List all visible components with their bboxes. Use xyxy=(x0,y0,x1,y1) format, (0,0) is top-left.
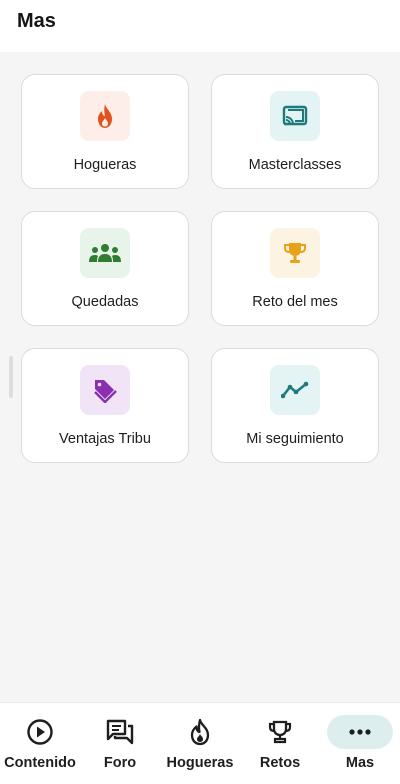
trend-line-icon xyxy=(281,381,309,399)
nav-foro[interactable]: Foro xyxy=(80,703,160,784)
card-label: Ventajas Tribu xyxy=(59,431,151,447)
card-hogueras[interactable]: Hogueras xyxy=(21,74,189,189)
card-seguimiento-icon-box xyxy=(270,365,320,415)
card-label: Masterclasses xyxy=(248,157,342,173)
card-label: Reto del mes xyxy=(252,294,338,310)
nav-retos[interactable]: Retos xyxy=(240,703,320,784)
card-quedadas[interactable]: Quedadas xyxy=(21,211,189,326)
card-reto-del-mes[interactable]: Reto del mes xyxy=(211,211,379,326)
side-drag-handle[interactable] xyxy=(9,356,13,398)
flame-outline-icon xyxy=(167,715,233,749)
card-label: Mi seguimiento xyxy=(246,431,344,447)
more-dots-icon xyxy=(327,715,393,749)
features-grid: Hogueras Masterclasses Quedadas Reto del… xyxy=(21,74,379,463)
card-ventajas-tribu[interactable]: Ventajas Tribu xyxy=(21,348,189,463)
chat-bubbles-icon xyxy=(87,715,153,749)
top-app-bar: Mas xyxy=(0,0,400,52)
page-title: Mas xyxy=(17,10,56,32)
bottom-navigation: Contenido Foro Hogueras Retos Mas xyxy=(0,702,400,784)
play-circle-icon xyxy=(7,715,73,749)
flame-icon xyxy=(98,104,112,128)
card-ventajas-icon-box xyxy=(80,365,130,415)
card-quedadas-icon-box xyxy=(80,228,130,278)
nav-mas[interactable]: Mas xyxy=(320,703,400,784)
card-masterclasses[interactable]: Masterclasses xyxy=(211,74,379,189)
trophy-outline-icon xyxy=(247,715,313,749)
card-label: Quedadas xyxy=(71,294,139,310)
group-icon xyxy=(89,244,121,262)
cast-screen-icon xyxy=(282,105,308,126)
nav-label: Foro xyxy=(103,755,137,771)
card-masterclasses-icon-box xyxy=(270,91,320,141)
nav-label: Contenido xyxy=(4,755,76,771)
tags-icon xyxy=(94,380,117,403)
trophy-icon xyxy=(284,243,306,263)
nav-contenido[interactable]: Contenido xyxy=(0,703,80,784)
nav-hogueras[interactable]: Hogueras xyxy=(160,703,240,784)
card-reto-icon-box xyxy=(270,228,320,278)
nav-label: Hogueras xyxy=(166,755,234,771)
nav-label: Mas xyxy=(345,755,375,771)
card-mi-seguimiento[interactable]: Mi seguimiento xyxy=(211,348,379,463)
card-hogueras-icon-box xyxy=(80,91,130,141)
card-label: Hogueras xyxy=(73,157,137,173)
nav-label: Retos xyxy=(259,755,301,771)
